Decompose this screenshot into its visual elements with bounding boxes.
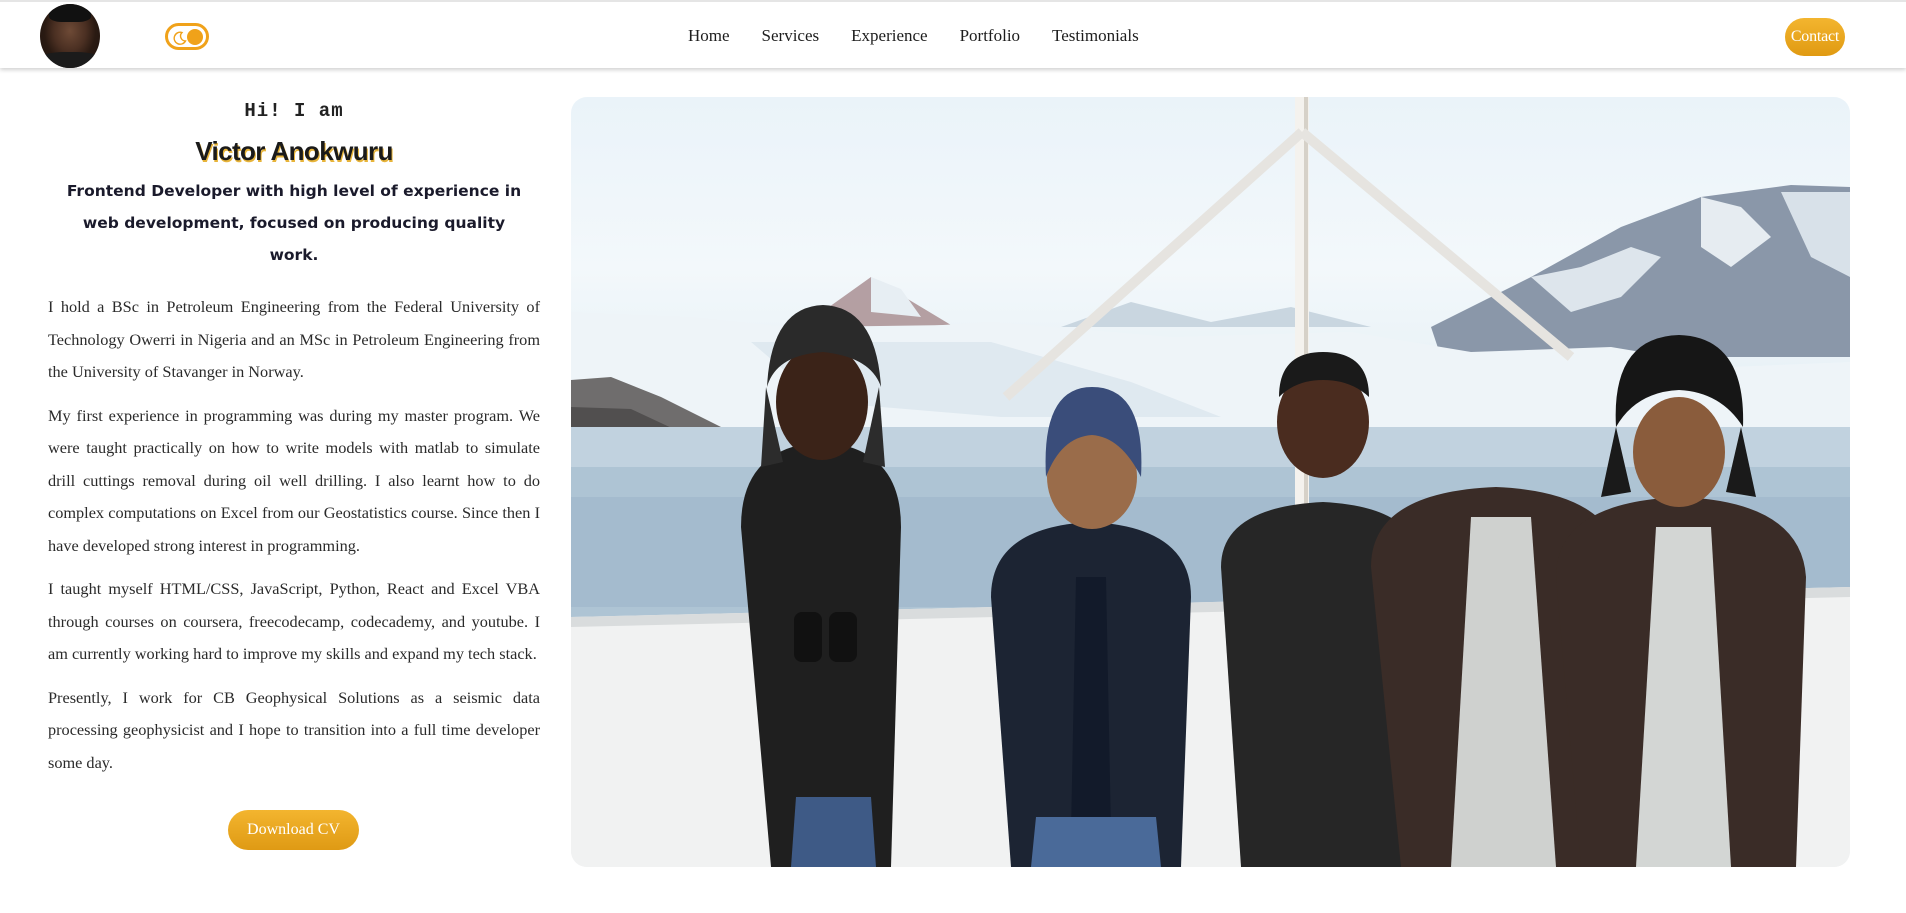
bio-paragraph: I taught myself HTML/CSS, JavaScript, Py…: [48, 579, 540, 663]
greeting: Hi! I am: [244, 100, 344, 122]
nav-portfolio[interactable]: Portfolio: [960, 26, 1020, 46]
hero-tagline: Frontend Developer with high level of ex…: [66, 182, 522, 264]
nav-testimonials[interactable]: Testimonials: [1052, 26, 1139, 46]
moon-icon: [173, 31, 187, 45]
nav-home[interactable]: Home: [688, 26, 730, 46]
avatar-hair: [49, 4, 91, 22]
intro-section: Hi! I am Victor Anokwuru Frontend Develo…: [48, 90, 540, 790]
hero-photo-illustration: [571, 97, 1850, 867]
avatar-shirt: [40, 52, 100, 68]
bio: I hold a BSc in Petroleum Engineering fr…: [48, 291, 540, 779]
bio-paragraph: I hold a BSc in Petroleum Engineering fr…: [48, 297, 540, 381]
bio-paragraph: My first experience in programming was d…: [48, 405, 540, 555]
top-navbar: Home Services Experience Portfolio Testi…: [0, 0, 1906, 68]
main-nav: Home Services Experience Portfolio Testi…: [688, 26, 1171, 46]
theme-toggle[interactable]: [165, 23, 209, 50]
download-cv-button[interactable]: Download CV: [228, 810, 359, 850]
hero-photo: [571, 97, 1850, 867]
nav-experience[interactable]: Experience: [851, 26, 927, 46]
hero-name: Victor Anokwuru: [195, 136, 393, 166]
contact-button[interactable]: Contact: [1785, 18, 1845, 56]
toggle-knob: [187, 29, 203, 45]
avatar[interactable]: [40, 4, 100, 68]
bio-paragraph: Presently, I work for CB Geophysical Sol…: [48, 687, 540, 772]
nav-services[interactable]: Services: [762, 26, 820, 46]
